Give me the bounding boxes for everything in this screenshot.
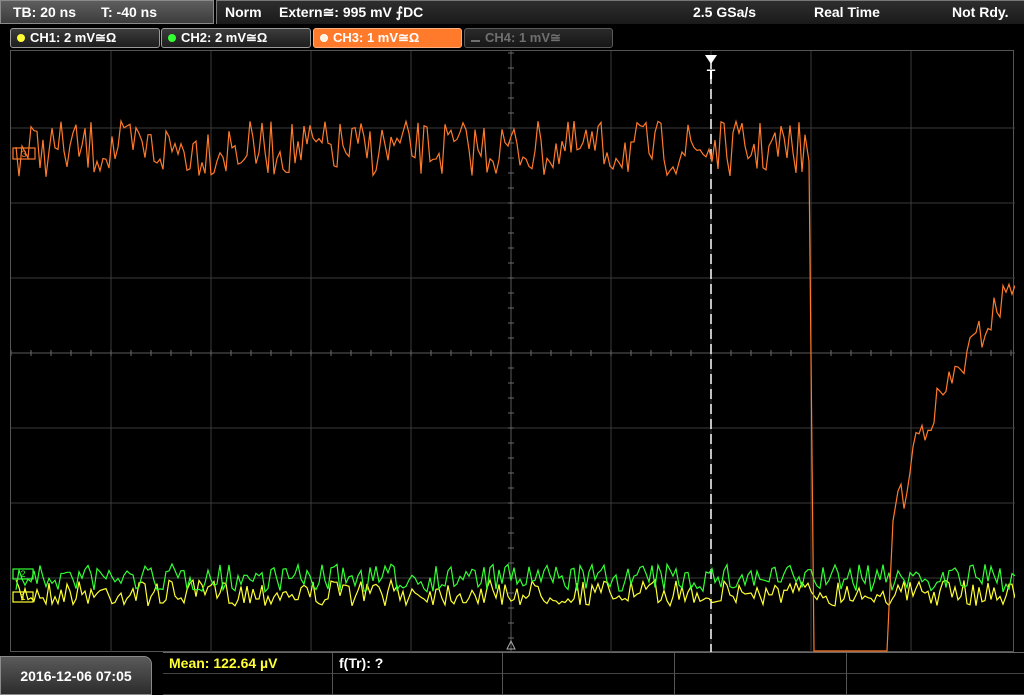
measurement-slot[interactable] — [333, 674, 503, 695]
measurement-slot[interactable] — [847, 653, 1024, 674]
measurement-slot[interactable] — [163, 674, 333, 695]
measurement-slot[interactable] — [503, 653, 675, 674]
measurement-panel: Mean: 122.64 µV f(Tr): ? — [163, 652, 1024, 695]
tab-ch2[interactable]: CH2: 2 mV≅Ω — [161, 28, 311, 48]
ch1-dot-icon — [17, 34, 25, 42]
measurement-slot[interactable] — [847, 674, 1024, 695]
measurement-slot[interactable] — [675, 653, 847, 674]
timebase-value: TB: 20 ns — [13, 4, 77, 20]
channel-tabs: CH1: 2 mV≅Ω CH2: 2 mV≅Ω CH3: 1 mV≅Ω CH4:… — [0, 26, 1024, 50]
top-status-bar: TB: 20 ns T: -40 ns Norm Extern≅: 995 mV… — [0, 0, 1024, 24]
ch3-offset-label: 3 — [21, 149, 26, 159]
measurement-slot[interactable] — [675, 674, 847, 695]
acquisition-status-box[interactable]: Norm Extern≅: 995 mV ⨍DC 2.5 GSa/s Real … — [216, 0, 1024, 24]
trigger-marker-label: T — [707, 66, 716, 82]
ch1-label: CH1: 2 mV≅Ω — [30, 30, 117, 45]
sample-rate: 2.5 GSa/s — [693, 4, 757, 20]
ch2-dot-icon — [168, 34, 176, 42]
ch2-offset-label: 2 — [20, 569, 25, 579]
ch3-dot-icon — [320, 34, 328, 42]
ch1-offset-label: 1 — [20, 592, 25, 602]
date-time-display[interactable]: 2016-12-06 07:05 — [0, 656, 152, 695]
trigger-arrow-icon[interactable] — [705, 55, 717, 64]
ch1-offset-marker[interactable]: 1 — [12, 591, 34, 603]
graticule — [11, 51, 1015, 653]
ch4-dot-icon — [471, 40, 480, 42]
tab-ch1[interactable]: CH1: 2 mV≅Ω — [10, 28, 160, 48]
measurement-mean[interactable]: Mean: 122.64 µV — [163, 653, 333, 674]
ch4-label: CH4: 1 mV≅ — [485, 30, 561, 45]
trigger-source: Extern≅: 995 mV ⨍DC — [279, 4, 424, 20]
tab-ch3[interactable]: CH3: 1 mV≅Ω — [313, 28, 462, 48]
scope-screen[interactable]: T 3 2 1 — [10, 50, 1015, 653]
trigger-mode: Norm — [225, 4, 262, 20]
ch2-label: CH2: 2 mV≅Ω — [181, 30, 268, 45]
measurement-slot[interactable] — [503, 674, 675, 695]
ready-state: Not Rdy. — [952, 4, 1009, 20]
bottom-bar: 2016-12-06 07:05 Mean: 122.64 µV f(Tr): … — [0, 652, 1024, 695]
trigger-offset-value: T: -40 ns — [101, 4, 158, 20]
ch3-label: CH3: 1 mV≅Ω — [333, 30, 420, 45]
acquisition-mode: Real Time — [814, 4, 880, 20]
waveform-display[interactable]: T 3 2 1 — [11, 51, 1015, 653]
measurement-rise-freq[interactable]: f(Tr): ? — [333, 653, 503, 674]
tab-ch4[interactable]: CH4: 1 mV≅ — [464, 28, 613, 48]
timebase-box[interactable]: TB: 20 ns T: -40 ns — [0, 0, 214, 24]
